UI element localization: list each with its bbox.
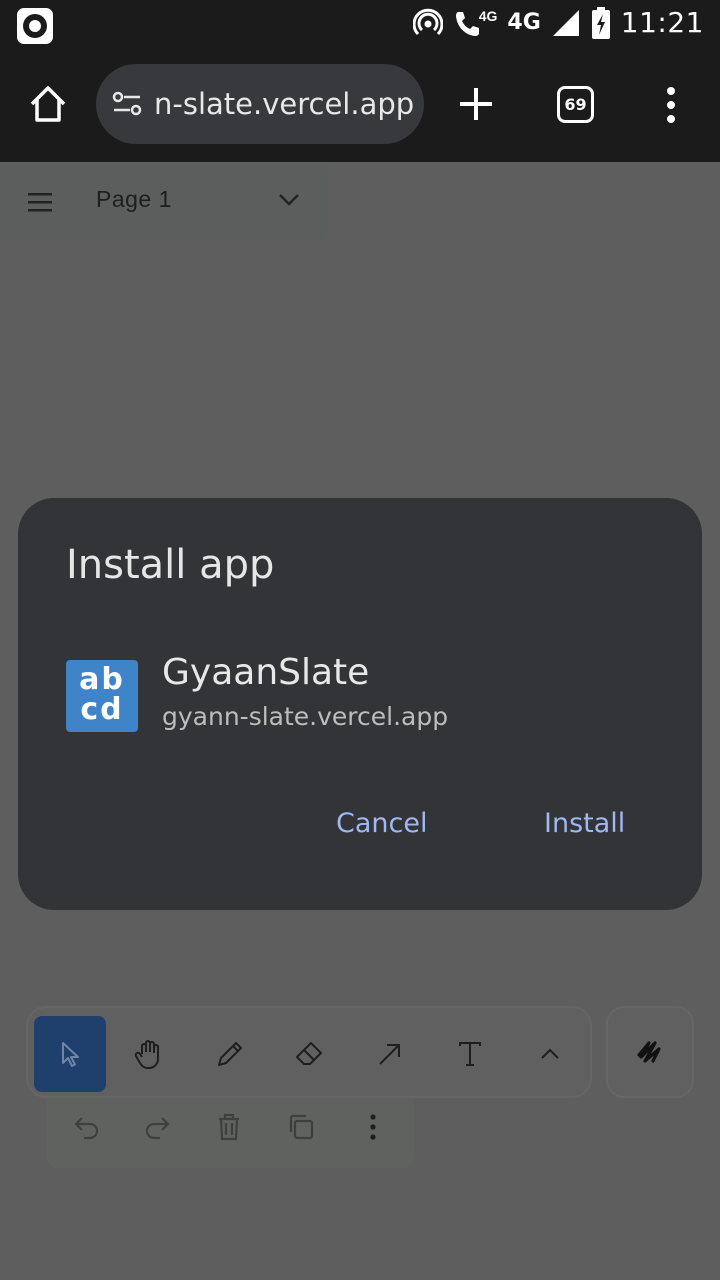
- scribble-button[interactable]: [606, 1006, 694, 1098]
- app-icon-text-top: ab: [79, 662, 125, 697]
- cancel-button[interactable]: Cancel: [336, 808, 427, 839]
- duplicate-icon[interactable]: [286, 1112, 316, 1142]
- pencil-tool-button[interactable]: [194, 1016, 266, 1092]
- volte-label: 4G: [478, 7, 498, 24]
- scribble-icon: [637, 1041, 661, 1063]
- new-tab-icon[interactable]: [456, 84, 496, 124]
- edit-actions-bar: [46, 1088, 414, 1168]
- pencil-icon: [218, 1042, 242, 1066]
- network-label: 4G: [507, 10, 541, 35]
- hand-icon: [134, 1040, 159, 1069]
- dialog-title: Install app: [66, 542, 275, 588]
- call-icon: [455, 11, 479, 36]
- more-tools-button[interactable]: [514, 1016, 586, 1092]
- site-settings-icon[interactable]: [112, 91, 142, 117]
- page-selector[interactable]: Page 1: [0, 162, 328, 240]
- signal-icon: [552, 9, 579, 36]
- browser-toolbar: n-slate.vercel.app 69: [0, 52, 720, 162]
- app-name: GyaanSlate: [162, 652, 370, 693]
- chevron-down-icon[interactable]: [278, 192, 300, 208]
- tab-switcher-button[interactable]: 69: [557, 86, 594, 123]
- select-tool-button[interactable]: [34, 1016, 106, 1092]
- more-vert-icon[interactable]: [358, 1112, 388, 1142]
- clock: 11:21: [620, 6, 704, 39]
- record-icon: [16, 7, 54, 50]
- address-bar[interactable]: n-slate.vercel.app: [96, 64, 424, 144]
- install-app-dialog: Install app ab cd GyaanSlate gyann-slate…: [18, 498, 702, 910]
- status-bar: 4G 4G 11:21: [0, 0, 720, 52]
- chevron-up-icon: [541, 1048, 559, 1059]
- arrow-icon: [379, 1044, 400, 1065]
- install-button[interactable]: Install: [544, 808, 625, 839]
- select-icon: [62, 1042, 79, 1067]
- home-icon[interactable]: [26, 82, 70, 126]
- app-url: gyann-slate.vercel.app: [162, 702, 449, 731]
- eraser-icon: [296, 1042, 322, 1065]
- undo-icon[interactable]: [72, 1112, 102, 1142]
- page-name: Page 1: [96, 186, 172, 212]
- battery-icon: [591, 6, 610, 39]
- hamburger-icon[interactable]: [28, 192, 52, 212]
- more-vert-icon[interactable]: [664, 86, 678, 124]
- redo-icon[interactable]: [142, 1112, 172, 1142]
- hand-tool-button[interactable]: [114, 1016, 186, 1092]
- eraser-tool-button[interactable]: [274, 1016, 346, 1092]
- app-icon-text-bottom: cd: [80, 692, 124, 727]
- text-tool-button[interactable]: [434, 1016, 506, 1092]
- text-icon: [459, 1042, 481, 1066]
- arrow-tool-button[interactable]: [354, 1016, 426, 1092]
- tools-bar: [26, 1006, 592, 1098]
- status-icons: 4G 4G 11:21: [412, 6, 704, 39]
- app-icon: ab cd: [66, 660, 138, 732]
- url-text[interactable]: n-slate.vercel.app: [154, 87, 414, 121]
- hotspot-icon: [412, 8, 443, 35]
- trash-icon[interactable]: [214, 1112, 244, 1142]
